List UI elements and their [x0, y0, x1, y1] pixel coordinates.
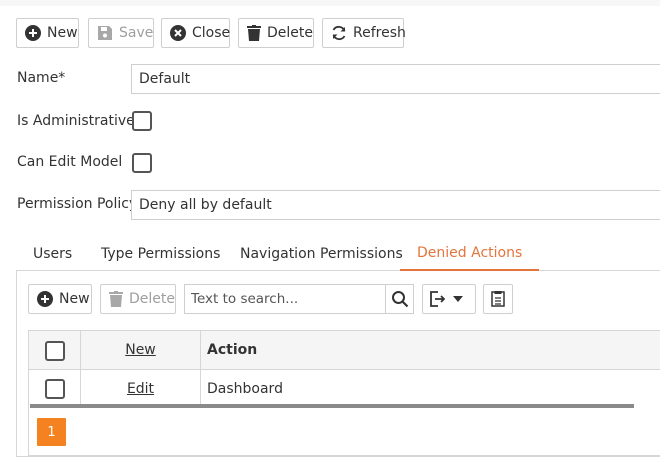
is-administrative-label: Is Administrative [17, 113, 135, 129]
grid-header-action[interactable]: Action [207, 342, 257, 358]
refresh-icon [332, 25, 346, 41]
chevron-down-icon [453, 296, 463, 302]
permission-policy-label: Permission Policy [17, 196, 138, 212]
grid-header-row: New Action [29, 331, 660, 370]
close-button[interactable]: Close [161, 18, 230, 48]
tab-bar: Users Type Permissions Navigation Permis… [16, 236, 660, 271]
plus-circle-icon [37, 291, 53, 307]
detail-delete-button[interactable]: Delete [100, 284, 176, 314]
delete-button[interactable]: Delete [238, 18, 314, 48]
tab-denied-actions-label: Denied Actions [417, 244, 523, 261]
delete-button-label: Delete [267, 25, 313, 41]
export-button[interactable] [422, 284, 476, 314]
trash-icon [109, 291, 123, 307]
detail-new-button[interactable]: New [28, 284, 92, 314]
permission-policy-value: Deny all by default [139, 197, 272, 213]
tab-navigation-permissions[interactable]: Navigation Permissions [223, 236, 420, 271]
grid-header-new-link[interactable]: New [125, 342, 156, 358]
can-edit-model-checkbox[interactable] [132, 153, 152, 173]
search-button[interactable] [385, 285, 414, 313]
new-button-label: New [47, 25, 78, 41]
column-chooser-button[interactable] [483, 284, 513, 314]
row-action-value: Dashboard [207, 381, 283, 397]
name-label: Name* [17, 70, 66, 86]
column-chooser-icon [491, 291, 505, 307]
permission-policy-field[interactable]: Deny all by default [131, 190, 660, 220]
tab-navigation-permissions-label: Navigation Permissions [240, 245, 403, 262]
tab-denied-actions[interactable]: Denied Actions [400, 236, 540, 271]
tab-type-permissions[interactable]: Type Permissions [84, 236, 237, 271]
save-button[interactable]: Save [88, 18, 154, 48]
name-value: Default [139, 71, 191, 87]
save-button-label: Save [119, 25, 154, 41]
trash-icon [247, 25, 261, 41]
row-edit-link[interactable]: Edit [127, 381, 154, 397]
window-top-strip [0, 0, 660, 6]
tab-users[interactable]: Users [16, 236, 89, 271]
search-icon [392, 291, 409, 308]
new-button[interactable]: New [16, 18, 79, 48]
detail-delete-button-label: Delete [129, 291, 175, 307]
detail-new-button-label: New [59, 291, 90, 307]
is-administrative-checkbox[interactable] [132, 111, 152, 131]
search-box [184, 284, 414, 314]
search-input[interactable] [185, 285, 385, 313]
page-button-current[interactable]: 1 [37, 418, 66, 446]
select-all-checkbox[interactable] [45, 341, 65, 361]
refresh-button[interactable]: Refresh [322, 18, 406, 48]
denied-actions-grid: New Action Edit Dashboard [28, 330, 660, 408]
save-icon [98, 26, 112, 40]
close-circle-icon [170, 25, 186, 41]
column-divider [200, 370, 201, 408]
name-field[interactable]: Default [131, 64, 660, 94]
row-select-checkbox[interactable] [45, 379, 65, 399]
export-icon [430, 291, 445, 307]
refresh-button-label: Refresh [353, 25, 406, 41]
pager [28, 408, 660, 456]
table-row[interactable]: Edit Dashboard [29, 370, 660, 408]
tab-users-label: Users [33, 245, 73, 262]
close-button-label: Close [192, 25, 231, 41]
tab-type-permissions-label: Type Permissions [101, 245, 221, 262]
can-edit-model-label: Can Edit Model [17, 154, 123, 170]
column-divider [200, 331, 201, 369]
plus-circle-icon [25, 25, 41, 41]
